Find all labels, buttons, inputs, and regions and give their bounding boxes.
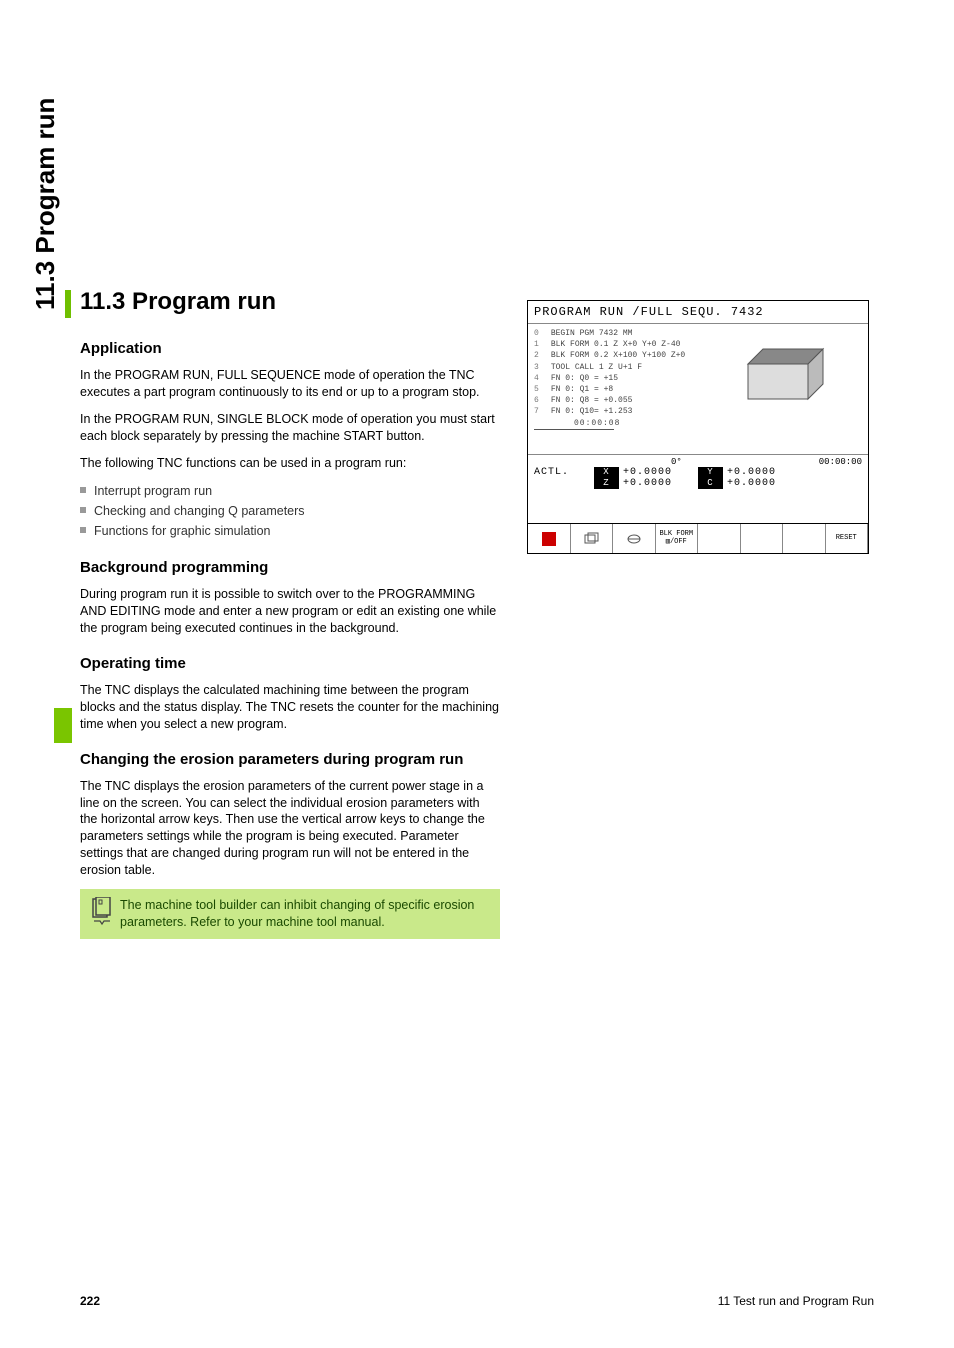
tnc-screenshot: PROGRAM RUN /FULL SEQU. 7432 0 BEGIN PGM… — [527, 300, 869, 554]
position-row: ACTL. X+0.0000 Y+0.0000 — [528, 467, 868, 478]
subheading-application: Application — [80, 340, 500, 357]
page-footer: 222 11 Test run and Program Run — [80, 1294, 874, 1308]
subheading-operating-time: Operating time — [80, 655, 500, 672]
softkey-blkform[interactable]: BLK FORM ▥/OFF — [656, 524, 699, 553]
paragraph: In the PROGRAM RUN, SINGLE BLOCK mode of… — [80, 411, 500, 445]
list-item: Checking and changing Q parameters — [80, 501, 500, 521]
softkey-view2[interactable] — [613, 524, 656, 553]
machining-time: 00:00:08 — [534, 418, 614, 430]
softkey-view1[interactable] — [571, 524, 614, 553]
paragraph: The TNC displays the erosion parameters … — [80, 778, 500, 879]
softkey-row: BLK FORM ▥/OFF RESET — [528, 523, 868, 553]
note-box: The machine tool builder can inhibit cha… — [80, 889, 500, 939]
softkey-empty[interactable] — [741, 524, 784, 553]
side-section-title: 11.3 Program run — [30, 98, 61, 310]
side-tab-marker — [54, 708, 72, 743]
paragraph: During program run it is possible to swi… — [80, 586, 500, 637]
softkey-reset[interactable]: RESET — [826, 524, 869, 553]
softkey-empty[interactable] — [698, 524, 741, 553]
page-number: 222 — [80, 1294, 100, 1308]
note-text: The machine tool builder can inhibit cha… — [120, 897, 490, 931]
softkey-empty[interactable] — [783, 524, 826, 553]
subheading-changing-erosion: Changing the erosion parameters during p… — [80, 751, 500, 768]
bullet-list: Interrupt program run Checking and chang… — [80, 481, 500, 541]
subheading-background-programming: Background programming — [80, 559, 500, 576]
program-listing: 0 BEGIN PGM 7432 MM 1 BLK FORM 0.1 Z X+0… — [528, 324, 718, 454]
position-row: Z+0.0000 C+0.0000 — [528, 478, 868, 489]
page-heading: 11.3 Program run — [80, 288, 500, 316]
screenshot-title: PROGRAM RUN /FULL SEQU. 7432 — [528, 301, 868, 324]
paragraph: In the PROGRAM RUN, FULL SEQUENCE mode o… — [80, 367, 500, 401]
list-item: Functions for graphic simulation — [80, 521, 500, 541]
chapter-title: 11 Test run and Program Run — [718, 1294, 874, 1308]
paragraph: The TNC displays the calculated machinin… — [80, 682, 500, 733]
main-content: 11.3 Program run Application In the PROG… — [80, 288, 500, 939]
softkey-stop[interactable] — [528, 524, 571, 553]
paragraph: The following TNC functions can be used … — [80, 455, 500, 472]
workpiece-graphic — [718, 324, 868, 454]
status-line-top: 0° 00:00:00 — [528, 454, 868, 467]
list-item: Interrupt program run — [80, 481, 500, 501]
manual-icon — [90, 897, 120, 930]
